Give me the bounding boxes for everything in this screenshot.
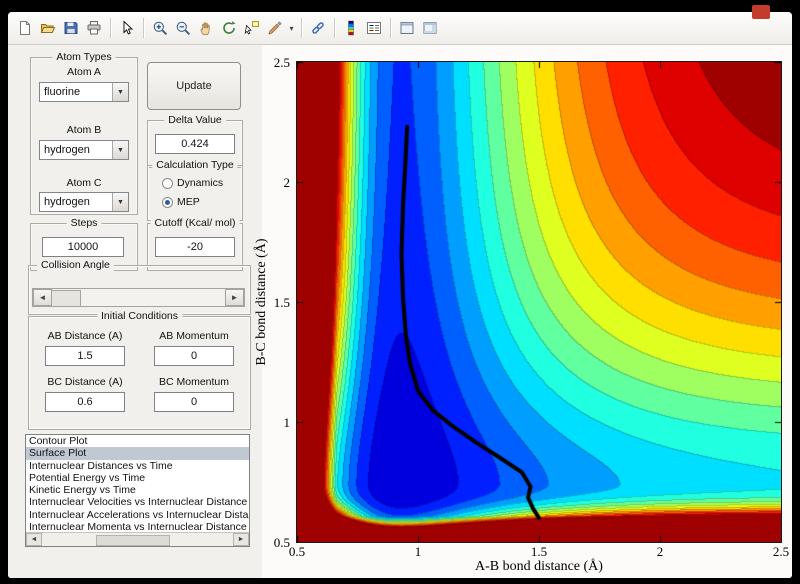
x-axis-tick-labels: 0.511.522.5 xyxy=(296,544,782,559)
list-item[interactable]: Internuclear Distances vs Time xyxy=(26,460,249,472)
calculation-type-title: Calculation Type xyxy=(152,159,237,171)
delta-value-title: Delta Value xyxy=(164,114,226,126)
cutoff-title: Cutoff (Kcal/ mol) xyxy=(151,217,240,229)
radio-mep[interactable]: MEP xyxy=(162,196,200,208)
radio-icon-selected[interactable] xyxy=(162,197,173,208)
insert-colorbar-button[interactable] xyxy=(340,16,362,40)
pan-hand-button[interactable] xyxy=(195,16,217,40)
y-tick-label: 1 xyxy=(284,415,291,431)
slider-thumb[interactable] xyxy=(51,290,81,307)
radio-mep-label: MEP xyxy=(177,196,200,208)
show-plot-tools-button[interactable] xyxy=(419,16,441,40)
x-axis-label: A-B bond distance (Å) xyxy=(296,559,782,575)
bc-momentum-field[interactable]: 0 xyxy=(154,392,234,412)
hide-plot-tools-button[interactable] xyxy=(396,16,418,40)
y-axis-label: B-C bond distance (Å) xyxy=(254,61,270,543)
collision-angle-title: Collision Angle xyxy=(37,259,114,271)
ab-distance-field[interactable]: 1.5 xyxy=(45,346,125,366)
x-tick-label: 1 xyxy=(403,544,433,560)
cutoff-field[interactable]: -20 xyxy=(155,237,235,257)
ab-distance-label: AB Distance (A) xyxy=(35,330,135,342)
atom-b-label: Atom B xyxy=(31,124,137,136)
window-decoration-red xyxy=(752,5,770,19)
bc-momentum-label: BC Momentum xyxy=(144,376,244,388)
dropdown-arrow-icon[interactable]: ▼ xyxy=(112,193,128,211)
save-button[interactable] xyxy=(60,16,82,40)
y-tick-label: 2 xyxy=(284,175,291,191)
rotate-3d-button[interactable] xyxy=(218,16,240,40)
list-item-selected[interactable]: Surface Plot xyxy=(26,447,249,459)
insert-legend-button[interactable] xyxy=(363,16,385,40)
collision-angle-group: Collision Angle ◄ ► xyxy=(28,265,251,315)
atom-b-dropdown[interactable]: hydrogen ▼ xyxy=(39,140,129,160)
atom-c-label: Atom C xyxy=(31,177,137,189)
atom-c-value: hydrogen xyxy=(40,196,112,208)
zoom-out-button[interactable] xyxy=(172,16,194,40)
open-file-button[interactable] xyxy=(37,16,59,40)
steps-field[interactable]: 10000 xyxy=(42,237,124,257)
dropdown-arrow-icon[interactable]: ▼ xyxy=(112,83,128,101)
scrollbar-left-arrow[interactable]: ◄ xyxy=(26,533,42,546)
new-file-button[interactable] xyxy=(14,16,36,40)
toolbar-separator xyxy=(110,18,111,38)
steps-title: Steps xyxy=(67,217,102,229)
atom-b-value: hydrogen xyxy=(40,144,112,156)
y-axis-label-text: B-C bond distance (Å) xyxy=(254,238,270,365)
print-button[interactable] xyxy=(83,16,105,40)
radio-dynamics-label: Dynamics xyxy=(177,177,223,189)
brush-dropdown-icon[interactable]: ▾ xyxy=(287,24,296,33)
atom-types-group-title: Atom Types xyxy=(52,51,115,63)
x-tick-label: 2 xyxy=(645,544,675,560)
slider-right-arrow[interactable]: ► xyxy=(225,289,244,306)
list-item[interactable]: Contour Plot xyxy=(26,435,249,447)
calculation-type-group: Calculation Type Dynamics MEP xyxy=(147,165,243,221)
slider-left-arrow[interactable]: ◄ xyxy=(33,289,52,306)
toolbar-separator xyxy=(143,18,144,38)
zoom-in-button[interactable] xyxy=(149,16,171,40)
atom-a-dropdown[interactable]: fluorine ▼ xyxy=(39,82,129,102)
figure-toolbar: ▾ xyxy=(8,12,792,45)
data-cursor-button[interactable] xyxy=(241,16,263,40)
x-tick-label: 1.5 xyxy=(524,544,554,560)
edit-plot-arrow-button[interactable] xyxy=(116,16,138,40)
x-tick-label: 0.5 xyxy=(282,544,312,560)
list-item[interactable]: Internuclear Accelerations vs Internucle… xyxy=(26,509,249,521)
collision-angle-slider[interactable]: ◄ ► xyxy=(32,288,245,307)
atom-c-dropdown[interactable]: hydrogen ▼ xyxy=(39,192,129,212)
link-plots-button[interactable] xyxy=(307,16,329,40)
atom-a-value: fluorine xyxy=(40,86,112,98)
x-tick-label: 2.5 xyxy=(766,544,792,560)
brush-button[interactable] xyxy=(264,16,286,40)
list-item[interactable]: Kinetic Energy vs Time xyxy=(26,484,249,496)
plot-area xyxy=(296,61,782,543)
atom-a-label: Atom A xyxy=(31,66,137,78)
radio-icon[interactable] xyxy=(162,178,173,189)
dropdown-arrow-icon[interactable]: ▼ xyxy=(112,141,128,159)
toolbar-separator xyxy=(390,18,391,38)
app-window: ▾ Atom Types Atom A fluorine ▼ Atom B hy… xyxy=(8,12,792,578)
listbox-horizontal-scrollbar[interactable]: ◄ ► xyxy=(26,532,249,546)
ab-momentum-field[interactable]: 0 xyxy=(154,346,234,366)
atom-types-group: Atom Types Atom A fluorine ▼ Atom B hydr… xyxy=(30,57,138,215)
list-item[interactable]: Potential Energy vs Time xyxy=(26,472,249,484)
y-tick-label: 2.5 xyxy=(274,55,290,71)
toolbar-separator xyxy=(301,18,302,38)
initial-conditions-group: Initial Conditions AB Distance (A) AB Mo… xyxy=(28,316,251,430)
update-button[interactable]: Update xyxy=(147,62,241,110)
contour-plot-canvas[interactable] xyxy=(297,62,781,542)
bc-distance-label: BC Distance (A) xyxy=(35,376,135,388)
cutoff-group: Cutoff (Kcal/ mol) -20 xyxy=(147,223,243,271)
ab-momentum-label: AB Momentum xyxy=(144,330,244,342)
bc-distance-field[interactable]: 0.6 xyxy=(45,392,125,412)
toolbar-separator xyxy=(334,18,335,38)
plot-type-listbox[interactable]: Contour Plot Surface Plot Internuclear D… xyxy=(25,434,250,547)
scrollbar-right-arrow[interactable]: ► xyxy=(233,533,249,546)
radio-dynamics[interactable]: Dynamics xyxy=(162,177,223,189)
scrollbar-thumb[interactable] xyxy=(96,535,170,546)
delta-value-field[interactable]: 0.424 xyxy=(155,134,235,154)
y-tick-label: 1.5 xyxy=(274,295,290,311)
initial-conditions-title: Initial Conditions xyxy=(97,310,182,322)
list-item[interactable]: Internuclear Velocities vs Internuclear … xyxy=(26,496,249,508)
